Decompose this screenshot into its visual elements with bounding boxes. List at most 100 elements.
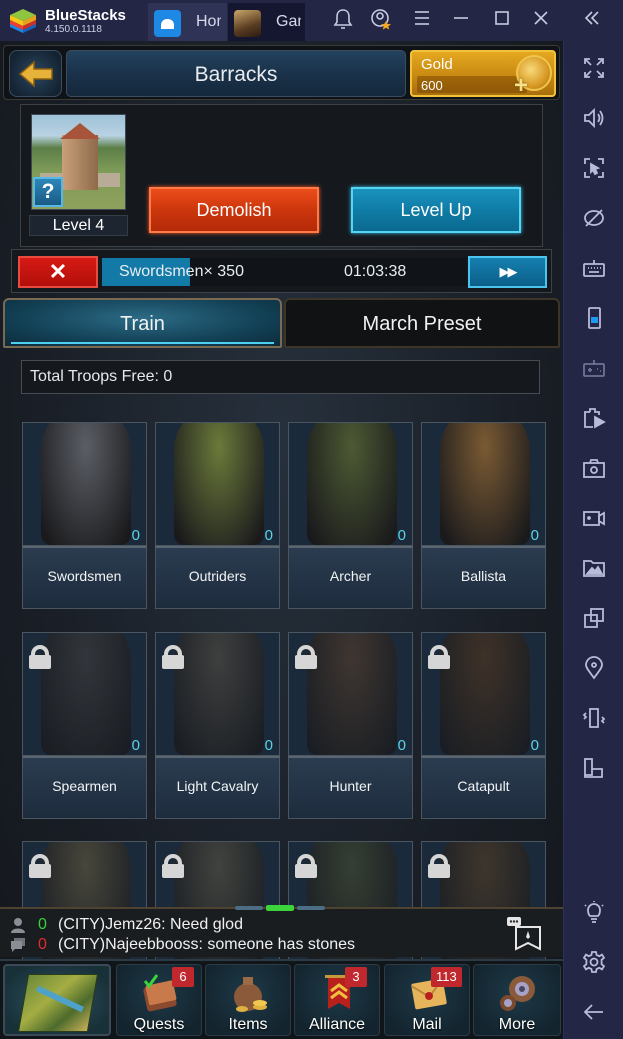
training-progress-bar: Swordsmen× 350 01:03:38 [102,258,467,286]
user-icon [11,918,25,933]
troop-card[interactable]: 0 Archer [288,422,413,609]
troop-card[interactable]: 0 Spearmen [22,632,147,819]
chat-message[interactable]: 0 (CITY)Najeebbooss: someone has stones [8,935,508,955]
chat-message[interactable]: 0 (CITY)Jemz26: Need glod [8,915,508,935]
help-button[interactable]: ? [33,177,63,207]
chat-count: 0 [38,916,47,933]
game-viewport: Barracks Gold 600 + ? Level 4 Demolish L… [0,41,563,1039]
speed-up-button[interactable]: ▶▶ [468,256,547,288]
eye-slash-icon[interactable] [581,205,607,231]
lock-icon [295,645,317,669]
fullscreen-icon[interactable] [581,55,607,81]
app-version: 4.150.0.1118 [45,24,102,35]
gallery-icon[interactable] [581,555,607,581]
gold-balance-button[interactable]: Gold 600 + [410,50,556,99]
back-arrow-icon [18,60,53,88]
location-icon[interactable] [581,655,607,681]
nav-mail-label: Mail [412,1016,442,1033]
troop-figure [41,423,131,545]
arrow-left-icon[interactable] [581,999,607,1025]
gear-icon[interactable] [581,949,607,975]
troop-figure [174,423,264,545]
troop-card[interactable]: 0 Ballista [421,422,546,609]
troop-count: 0 [264,527,273,544]
nav-alliance[interactable]: 3 Alliance [294,964,380,1036]
macro-icon[interactable] [581,405,607,431]
maximize-icon[interactable] [489,8,515,34]
troop-figure [440,633,530,755]
tab-home[interactable]: Home [148,3,227,41]
troop-card[interactable]: 0 Outriders [155,422,280,609]
troop-portrait: 0 [155,632,280,756]
nav-more-label: More [498,1016,536,1033]
troop-portrait: 0 [421,632,546,756]
troop-card[interactable]: 0 Hunter [288,632,413,819]
troop-card[interactable]: 0 Light Cavalry [155,632,280,819]
troop-card[interactable]: 0 Swordsmen [22,422,147,609]
tab-train[interactable]: Train [3,298,282,348]
emulator-sidebar [563,41,623,1039]
tab-march-preset[interactable]: March Preset [284,298,560,348]
collapse-sidebar-icon[interactable] [579,8,605,34]
chat-text: (CITY)Jemz26: Need glod [58,916,243,933]
volume-icon[interactable] [581,105,607,131]
rotate-icon[interactable] [581,755,607,781]
chat-expand-handle[interactable] [235,905,325,911]
keyboard-icon[interactable] [581,255,607,281]
nav-quests-label: Quests [133,1016,185,1033]
troop-portrait: 0 [288,422,413,546]
lock-icon [162,854,184,878]
level-up-button[interactable]: Level Up [351,187,521,233]
video-icon[interactable] [581,505,607,531]
account-icon[interactable] [368,8,394,34]
demolish-button[interactable]: Demolish [149,187,319,233]
troop-count: 0 [131,527,140,544]
shake-icon[interactable] [581,705,607,731]
troop-name: Catapult [457,778,510,794]
multi-instance-icon[interactable] [581,605,607,631]
troop-count: 0 [397,737,406,754]
tab-march-preset-label: March Preset [362,313,482,335]
menu-icon[interactable] [409,8,435,34]
troop-name: Hunter [329,778,372,794]
troop-name: Spearmen [52,778,117,794]
troop-name-plate: Swordsmen [22,546,147,609]
barracks-header: Barracks Gold 600 + [3,45,560,100]
troop-name-plate: Archer [288,546,413,609]
troop-name-plate: Ballista [421,546,546,609]
troop-figure [440,423,530,545]
gold-value: 600 [421,78,443,93]
troop-name-plate: Hunter [288,756,413,819]
nav-items[interactable]: Items [205,964,291,1036]
troop-portrait: 0 [421,422,546,546]
back-button[interactable] [9,50,62,97]
world-map-icon [17,974,99,1032]
troop-count: 0 [530,737,539,754]
building-level: Level 4 [29,215,128,236]
lock-icon [29,854,51,878]
close-icon[interactable] [528,8,554,34]
add-gold-icon: + [514,72,529,99]
minimize-icon[interactable] [448,8,474,34]
quests-badge: 6 [172,967,194,987]
phone-icon[interactable] [581,305,607,331]
cancel-training-button[interactable]: ✕ [18,256,98,288]
tab-game[interactable]: Game [228,3,305,41]
nav-mail[interactable]: 113 Mail [384,964,470,1036]
training-item-label: Swordsmen× 350 [119,263,244,280]
world-map-button[interactable] [3,964,111,1036]
mail-badge: 113 [431,967,462,987]
troop-card[interactable]: 0 Catapult [421,632,546,819]
lightbulb-icon[interactable] [581,899,607,925]
alliance-chat-icon[interactable] [504,915,546,955]
nav-quests[interactable]: 6 Quests [116,964,202,1036]
gamepad-icon[interactable] [581,355,607,381]
chat-bar[interactable]: 0 (CITY)Jemz26: Need glod 0 (CITY)Najeeb… [0,905,563,957]
troop-figure [307,423,397,545]
gold-label: Gold [421,56,453,73]
bell-icon[interactable] [330,8,356,34]
cursor-lock-icon[interactable] [581,155,607,181]
page-title: Barracks [194,63,278,86]
camera-icon[interactable] [581,455,607,481]
nav-more[interactable]: More [473,964,561,1036]
